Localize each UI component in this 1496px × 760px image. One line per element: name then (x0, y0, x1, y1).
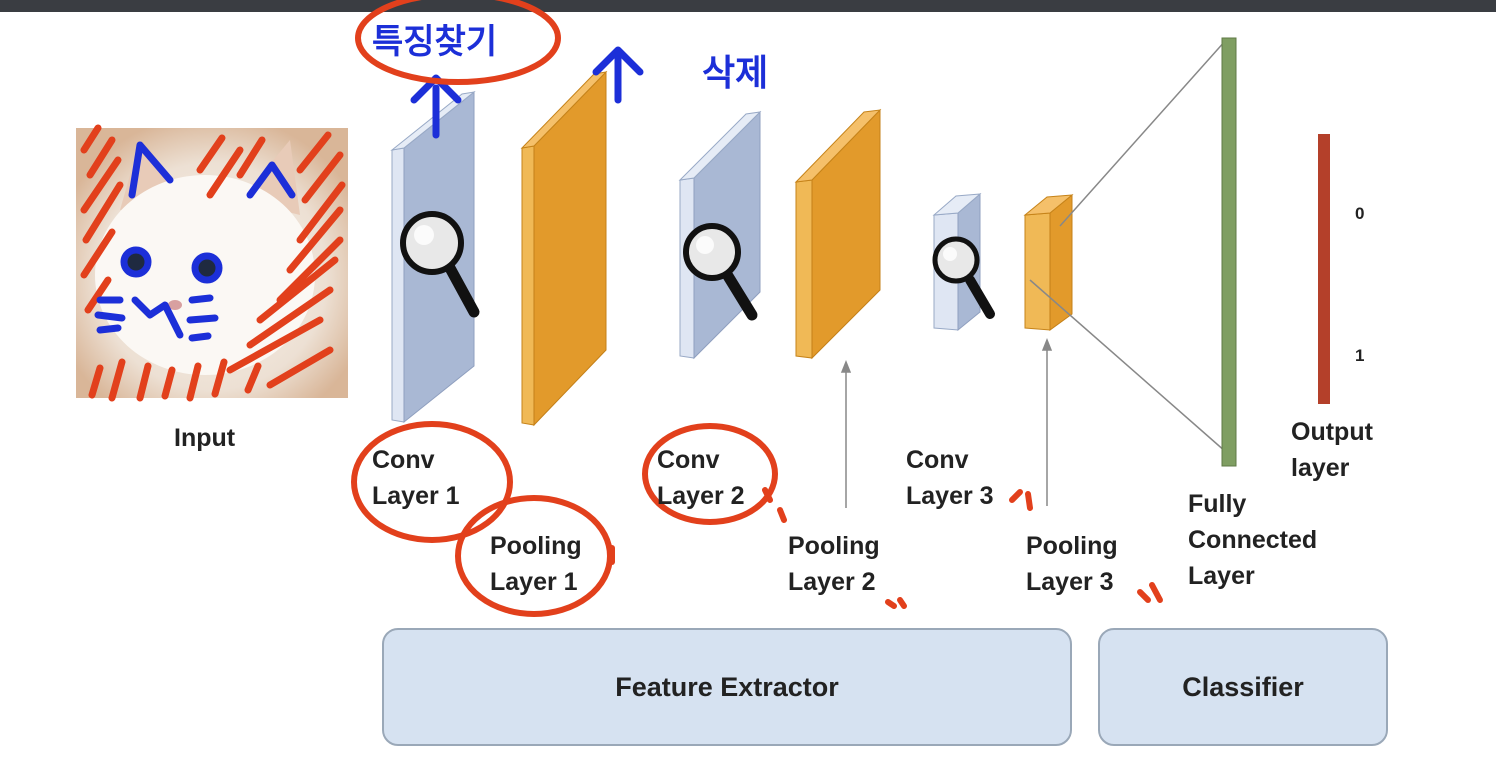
pooling-layer-3-label: Pooling Layer 3 (1026, 532, 1118, 596)
output-layer-bar (1318, 134, 1330, 404)
pooling-layer-2-label: Pooling Layer 2 (788, 532, 880, 596)
fully-connected-bar (1221, 37, 1237, 467)
output-value-0: 0 (1355, 204, 1365, 223)
pooling-layer-2-block (794, 108, 882, 360)
conv-layer-1-label: Conv Layer 1 (372, 446, 460, 510)
classifier-region: Classifier (1098, 628, 1388, 746)
fully-connected-layer-label: Fully Connected Layer (1188, 490, 1318, 590)
conv-layer-2-label: Conv Layer 2 (657, 446, 745, 510)
output-layer-label: Output layer (1291, 418, 1373, 482)
handwritten-delete: 삭제 (702, 53, 769, 94)
pooling-layer-1-label: Pooling Layer 1 (490, 532, 582, 596)
pooling-layer-1-block (520, 70, 608, 427)
conv-layer-3-label: Conv Layer 3 (906, 446, 994, 510)
feature-extractor-region: Feature Extractor (382, 628, 1072, 746)
cat-image (76, 128, 348, 398)
output-value-1: 1 (1355, 346, 1365, 365)
handwritten-find-features: 특징찾기 (372, 22, 498, 62)
input-label: Input (174, 424, 236, 452)
